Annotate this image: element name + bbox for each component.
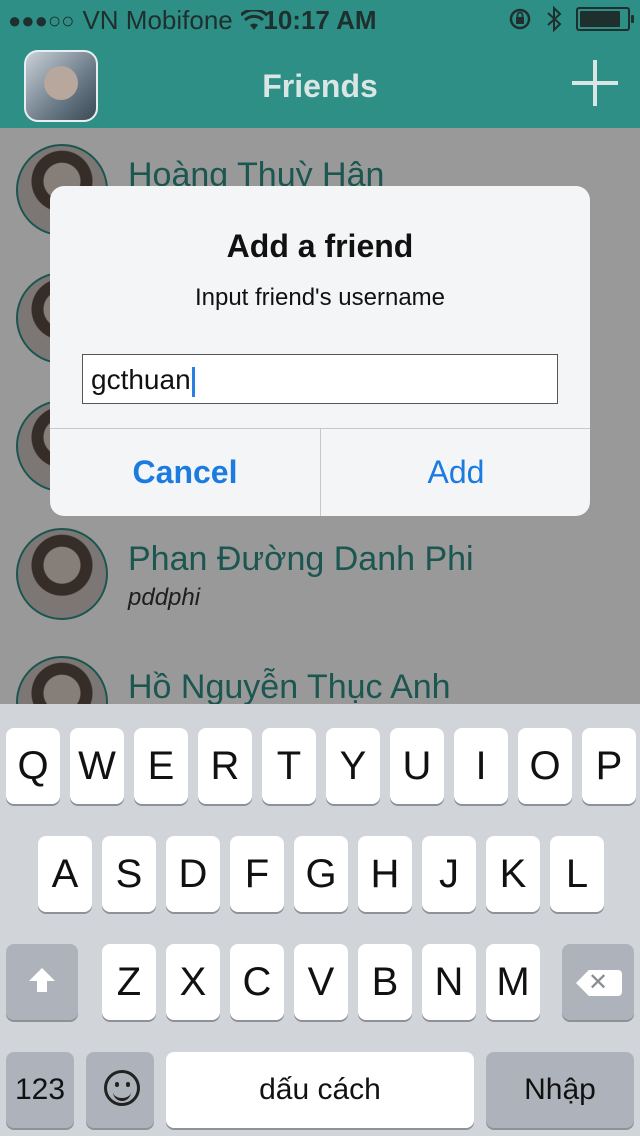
key-q[interactable]: Q xyxy=(6,728,60,804)
status-bar: ●●●○○ VN Mobifone 10:17 AM xyxy=(0,0,640,40)
key-h[interactable]: H xyxy=(358,836,412,912)
key-i[interactable]: I xyxy=(454,728,508,804)
key-e[interactable]: E xyxy=(134,728,188,804)
key-m[interactable]: M xyxy=(486,944,540,1020)
app-screen: ●●●○○ VN Mobifone 10:17 AM Friends Hoàng… xyxy=(0,0,640,1136)
username-input-value: gcthuan xyxy=(91,364,191,395)
username-input[interactable]: gcthuan xyxy=(82,354,558,404)
key-o[interactable]: O xyxy=(518,728,572,804)
key-s[interactable]: S xyxy=(102,836,156,912)
dialog-title: Add a friend xyxy=(226,228,414,264)
add-button[interactable]: Add xyxy=(321,429,590,516)
plus-icon[interactable] xyxy=(572,60,618,106)
cancel-button[interactable]: Cancel xyxy=(50,429,320,516)
space-key[interactable]: dấu cách xyxy=(166,1052,474,1128)
emoji-key[interactable] xyxy=(86,1052,154,1128)
key-v[interactable]: V xyxy=(294,944,348,1020)
key-c[interactable]: C xyxy=(230,944,284,1020)
rotation-lock-icon xyxy=(509,8,531,30)
nav-bar: Friends xyxy=(0,40,640,128)
key-d[interactable]: D xyxy=(166,836,220,912)
backspace-key[interactable]: ✕ xyxy=(562,944,634,1020)
key-r[interactable]: R xyxy=(198,728,252,804)
key-y[interactable]: Y xyxy=(326,728,380,804)
key-k[interactable]: K xyxy=(486,836,540,912)
emoji-icon xyxy=(104,1070,140,1106)
battery-level-fill xyxy=(580,11,621,27)
key-l[interactable]: L xyxy=(550,836,604,912)
key-w[interactable]: W xyxy=(70,728,124,804)
text-caret xyxy=(191,366,195,397)
key-g[interactable]: G xyxy=(294,836,348,912)
key-b[interactable]: B xyxy=(358,944,412,1020)
key-p[interactable]: P xyxy=(582,728,636,804)
key-f[interactable]: F xyxy=(230,836,284,912)
shift-key[interactable] xyxy=(6,944,78,1020)
key-u[interactable]: U xyxy=(390,728,444,804)
shift-arrow-icon xyxy=(29,968,55,992)
return-key[interactable]: Nhập xyxy=(486,1052,634,1128)
key-x[interactable]: X xyxy=(166,944,220,1020)
battery-icon xyxy=(576,7,634,31)
key-z[interactable]: Z xyxy=(102,944,156,1020)
key-n[interactable]: N xyxy=(422,944,476,1020)
key-a[interactable]: A xyxy=(38,836,92,912)
keyboard: Q W E R T Y U I O P A S D F G H J K L Z … xyxy=(0,704,640,1136)
add-friend-dialog: Add a friend Input friend's username gct… xyxy=(50,186,590,516)
page-title: Friends xyxy=(262,68,378,104)
key-j[interactable]: J xyxy=(422,836,476,912)
backspace-x-icon: ✕ xyxy=(588,969,609,996)
numbers-key[interactable]: 123 xyxy=(6,1052,74,1128)
dialog-message: Input friend's username xyxy=(194,284,446,311)
status-right xyxy=(508,6,634,32)
key-t[interactable]: T xyxy=(262,728,316,804)
bluetooth-icon xyxy=(547,6,562,32)
